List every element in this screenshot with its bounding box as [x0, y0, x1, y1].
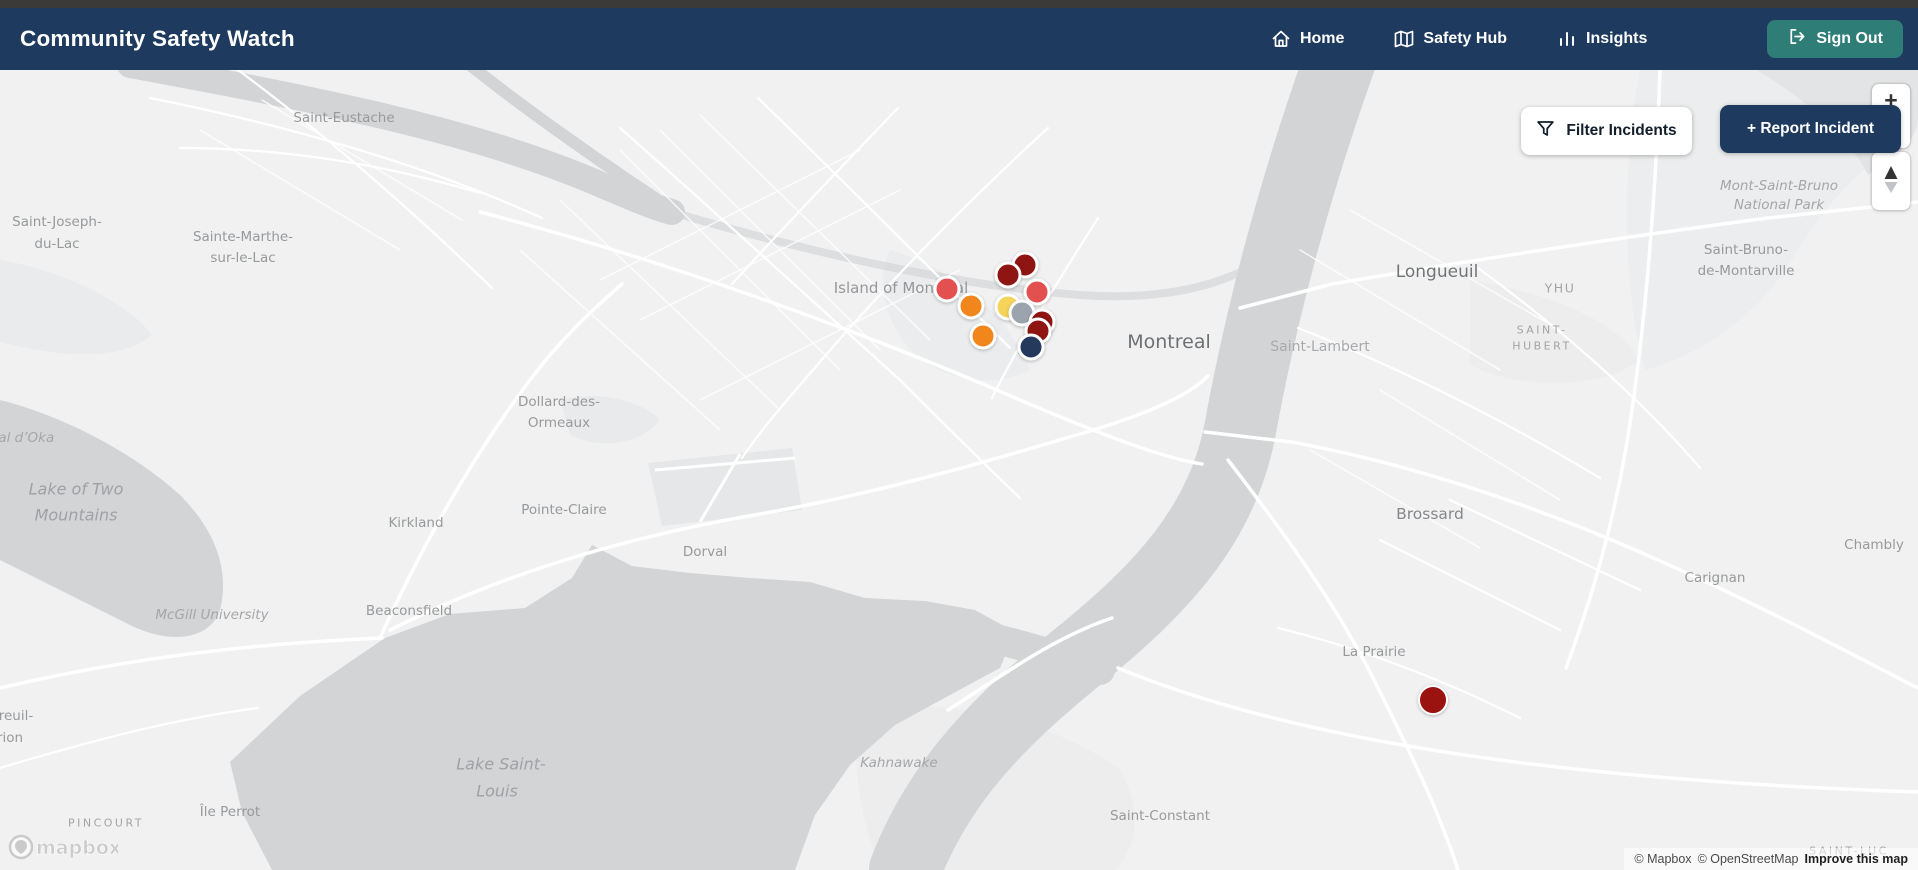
nav-item-safety-hub[interactable]: Safety Hub — [1394, 29, 1507, 49]
bar-chart-icon — [1557, 29, 1577, 49]
incident-marker[interactable] — [969, 322, 997, 350]
top-strip — [0, 0, 1918, 8]
app-header: Community Safety Watch Home Safety Hub I… — [0, 8, 1918, 70]
incident-marker[interactable] — [957, 292, 985, 320]
map-canvas[interactable]: Saint-Eustache Saint-Joseph-du-Lac Sainte-… — [0, 70, 1918, 870]
attribution-osm-link[interactable]: © OpenStreetMap — [1698, 852, 1799, 866]
report-incident-button[interactable]: + Report Incident — [1720, 105, 1901, 153]
nav-label-safety-hub: Safety Hub — [1423, 30, 1507, 47]
nav-label-home: Home — [1299, 30, 1345, 47]
basemap-art — [0, 70, 1918, 870]
compass-icon — [1881, 164, 1901, 199]
home-icon — [1271, 29, 1291, 49]
attribution-improve-link[interactable]: Improve this map — [1805, 852, 1909, 866]
sign-out-icon — [1787, 27, 1806, 51]
attribution-mapbox-link[interactable]: © Mapbox — [1634, 852, 1691, 866]
sign-out-button[interactable]: Sign Out — [1767, 20, 1903, 58]
nav-label-insights: Insights — [1586, 30, 1648, 47]
filter-incidents-button[interactable]: Filter Incidents — [1521, 107, 1692, 155]
incident-marker[interactable] — [1017, 333, 1045, 361]
incident-marker[interactable] — [933, 275, 961, 303]
page-title: Community Safety Watch — [20, 26, 295, 51]
sign-out-label: Sign Out — [1816, 30, 1883, 47]
filter-button-label: Filter Incidents — [1566, 122, 1677, 139]
mapbox-wordmark: mapbox — [36, 837, 118, 859]
report-button-label: + Report Incident — [1746, 120, 1875, 137]
map-attribution: © Mapbox © OpenStreetMap Improve this ma… — [1624, 848, 1918, 870]
map-icon — [1394, 29, 1414, 49]
main-nav: Home Safety Hub Insights Sign Out — [1271, 20, 1903, 58]
filter-icon — [1536, 119, 1555, 143]
nav-item-insights[interactable]: Insights — [1557, 29, 1647, 49]
map-compass-control[interactable] — [1872, 152, 1910, 210]
incident-marker[interactable] — [994, 261, 1022, 289]
nav-item-home[interactable]: Home — [1271, 29, 1344, 49]
incident-marker[interactable] — [1418, 685, 1448, 715]
mapbox-logo[interactable]: mapbox — [8, 833, 121, 866]
